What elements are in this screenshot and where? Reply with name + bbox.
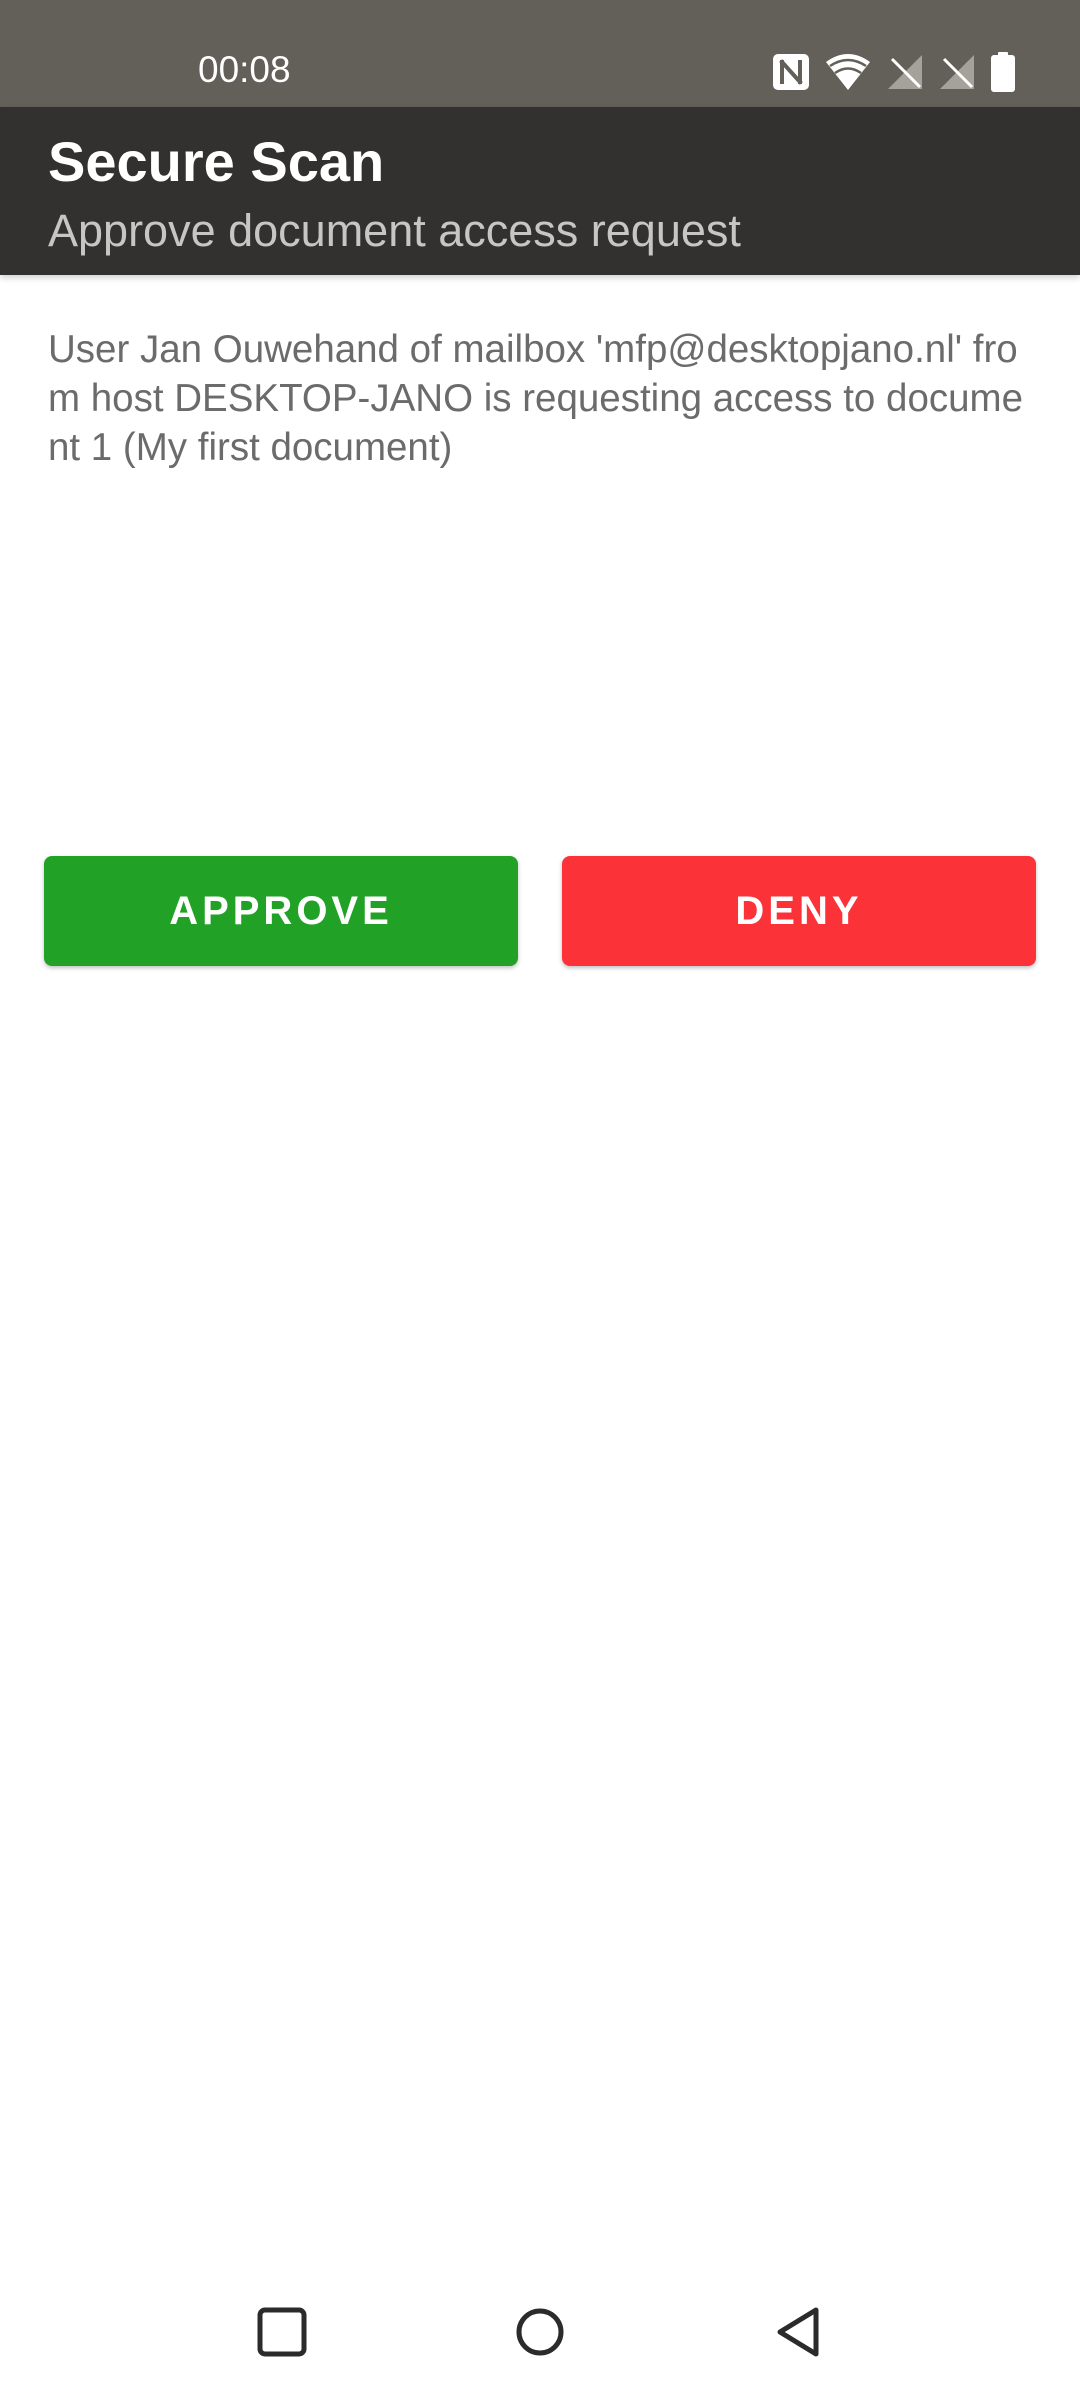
deny-button[interactable]: DENY [562,856,1036,966]
access-request-message: User Jan Ouwehand of mailbox 'mfp@deskto… [48,328,1024,469]
recents-icon[interactable] [252,2302,312,2362]
signal-no-sim-icon [888,55,922,89]
status-icons [772,50,1016,94]
status-time: 00:08 [198,49,291,90]
battery-icon [991,52,1015,92]
home-icon[interactable] [510,2302,570,2362]
status-bar: 00:08 [0,0,1080,107]
back-icon[interactable] [770,2302,830,2362]
signal-no-sim-icon [940,55,974,89]
nfc-icon [773,54,809,90]
approve-button[interactable]: APPROVE [44,856,518,966]
app-bar: Secure Scan Approve document access requ… [0,107,1080,275]
app-title: Secure Scan [48,130,385,193]
navigation-bar [0,2282,1080,2382]
wifi-icon [826,54,870,90]
app-subtitle: Approve document access request [48,205,741,256]
